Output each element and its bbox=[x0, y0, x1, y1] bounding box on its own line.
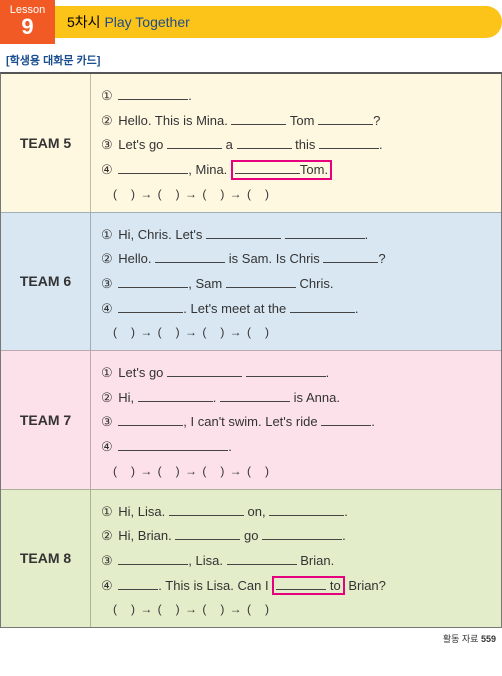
team6-line1: ① Hi, Chris. Let's . bbox=[101, 223, 491, 248]
header: Lesson 9 5차시 Play Together bbox=[0, 0, 502, 44]
team6-row: TEAM 6 ① Hi, Chris. Let's . ② Hello. is … bbox=[1, 212, 501, 351]
team8-line3: ③ , Lisa. Brian. bbox=[101, 549, 491, 574]
team7-label: TEAM 7 bbox=[1, 351, 91, 489]
team8-sequence: ( ) → ( ) → ( ) → ( ) bbox=[101, 598, 491, 621]
team5-line4: ④ , Mina. Tom. bbox=[101, 158, 491, 183]
period-label: 5차시 bbox=[67, 14, 101, 30]
team6-line2: ② Hello. is Sam. Is Chris ? bbox=[101, 247, 491, 272]
team7-row: TEAM 7 ① Let's go . ② Hi, . is Anna. ③ ,… bbox=[1, 350, 501, 489]
highlight-box: Tom. bbox=[231, 160, 332, 180]
team6-content: ① Hi, Chris. Let's . ② Hello. is Sam. Is… bbox=[91, 213, 501, 351]
team5-row: TEAM 5 ① . ② Hello. This is Mina. Tom ? … bbox=[1, 74, 501, 212]
team7-line1: ① Let's go . bbox=[101, 361, 491, 386]
team6-line3: ③ , Sam Chris. bbox=[101, 272, 491, 297]
team5-line2: ② Hello. This is Mina. Tom ? bbox=[101, 109, 491, 134]
team8-label: TEAM 8 bbox=[1, 490, 91, 628]
team8-line4: ④ . This is Lisa. Can I to Brian? bbox=[101, 574, 491, 599]
team7-line2: ② Hi, . is Anna. bbox=[101, 386, 491, 411]
page-footer: 활동 자료 559 bbox=[0, 628, 502, 645]
team6-label: TEAM 6 bbox=[1, 213, 91, 351]
team7-content: ① Let's go . ② Hi, . is Anna. ③ , I can'… bbox=[91, 351, 501, 489]
team8-content: ① Hi, Lisa. on, . ② Hi, Brian. go . ③ , … bbox=[91, 490, 501, 628]
team6-line4: ④ . Let's meet at the . bbox=[101, 297, 491, 322]
team5-content: ① . ② Hello. This is Mina. Tom ? ③ Let's… bbox=[91, 74, 501, 212]
title-english: Play Together bbox=[104, 14, 189, 30]
lesson-badge: Lesson 9 bbox=[0, 0, 55, 44]
highlight-box: to bbox=[272, 576, 344, 596]
title-bar: 5차시 Play Together bbox=[55, 6, 502, 38]
footer-label: 활동 자료 bbox=[443, 634, 479, 644]
lesson-number: 9 bbox=[0, 16, 55, 38]
team5-label: TEAM 5 bbox=[1, 74, 91, 212]
team7-sequence: ( ) → ( ) → ( ) → ( ) bbox=[101, 460, 491, 483]
dialogue-grid: TEAM 5 ① . ② Hello. This is Mina. Tom ? … bbox=[0, 72, 502, 628]
team8-line1: ① Hi, Lisa. on, . bbox=[101, 500, 491, 525]
team6-sequence: ( ) → ( ) → ( ) → ( ) bbox=[101, 321, 491, 344]
team7-line4: ④ . bbox=[101, 435, 491, 460]
team8-line2: ② Hi, Brian. go . bbox=[101, 524, 491, 549]
team8-row: TEAM 8 ① Hi, Lisa. on, . ② Hi, Brian. go… bbox=[1, 489, 501, 628]
team7-line3: ③ , I can't swim. Let's ride . bbox=[101, 410, 491, 435]
team5-line1: ① . bbox=[101, 84, 491, 109]
team5-sequence: ( ) → ( ) → ( ) → ( ) bbox=[101, 183, 491, 206]
card-subhead: [학생용 대화문 카드] bbox=[6, 52, 502, 68]
page-number: 559 bbox=[481, 634, 496, 644]
team5-line3: ③ Let's go a this . bbox=[101, 133, 491, 158]
